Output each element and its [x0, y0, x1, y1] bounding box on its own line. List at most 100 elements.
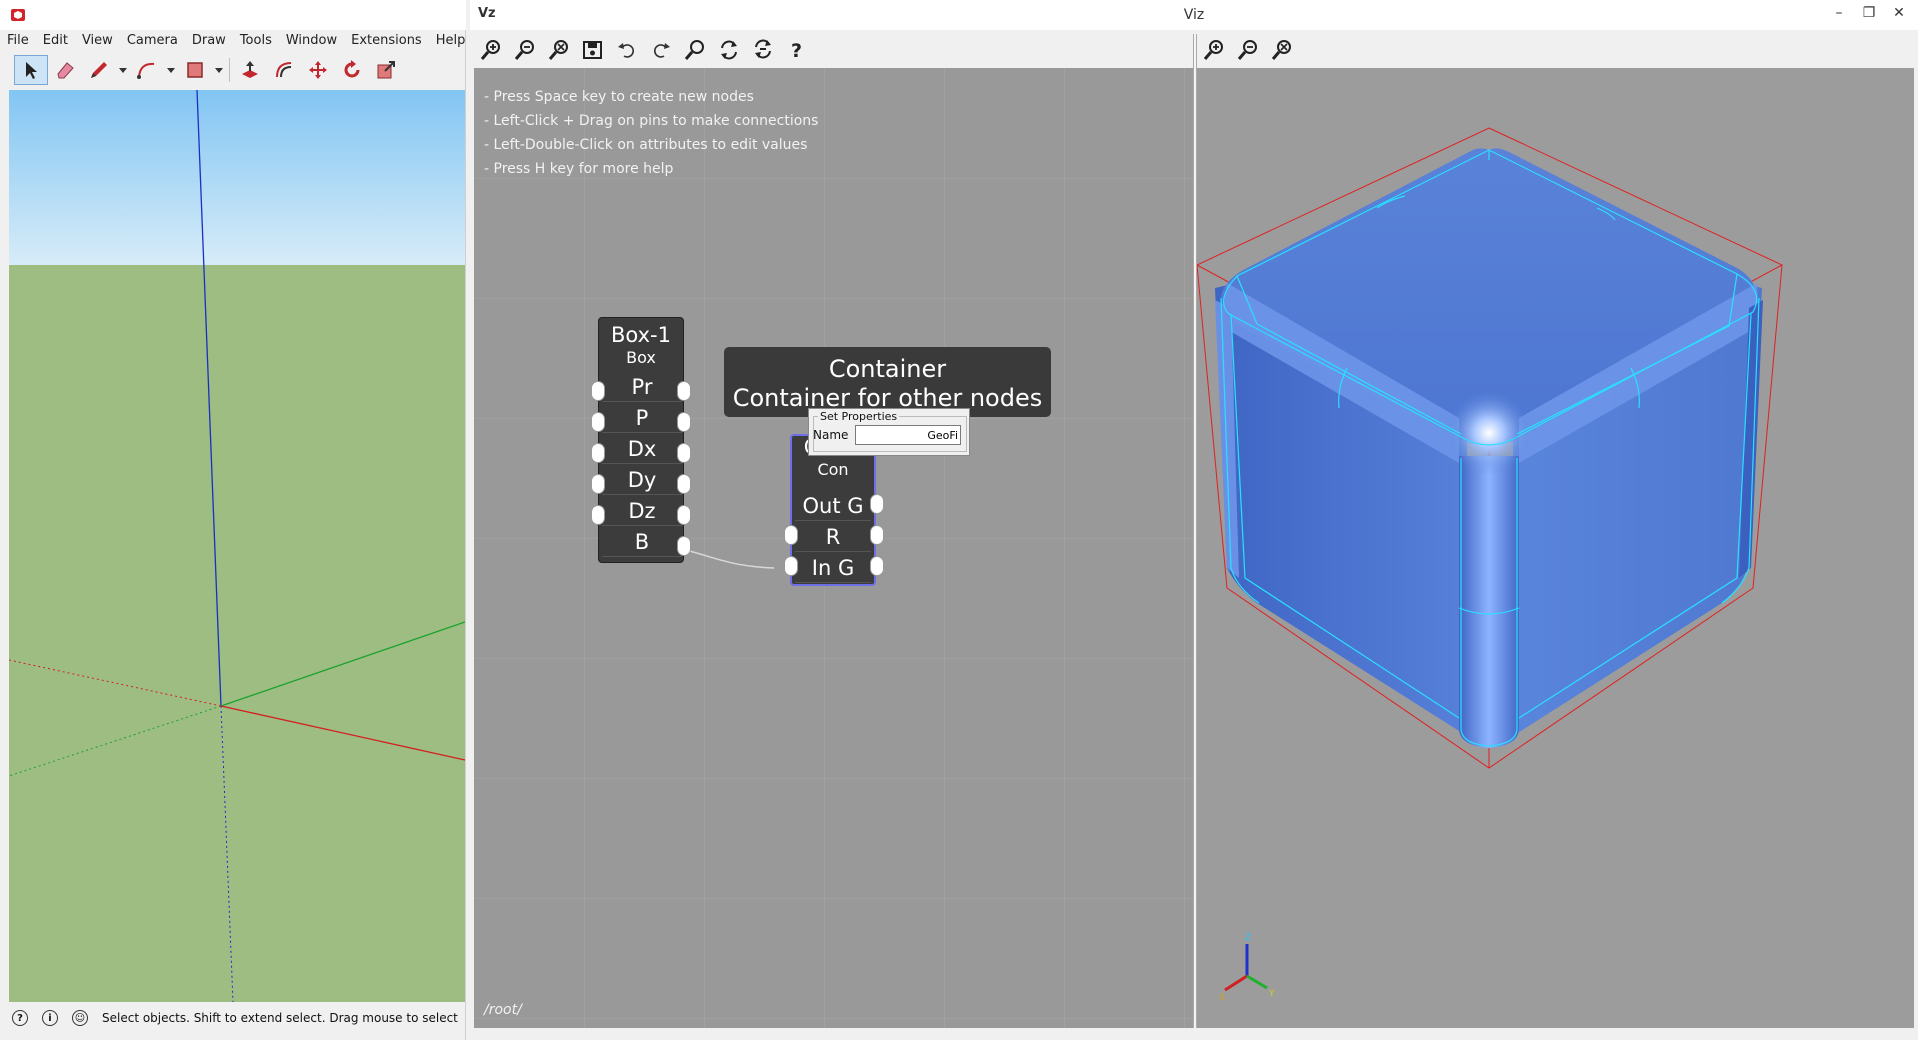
graph-path-label: /root/: [484, 1002, 522, 1018]
output-pin-b[interactable]: [677, 536, 691, 556]
refresh-icon: [721, 40, 737, 60]
graph-toolbar: ?: [474, 34, 1194, 66]
menu-edit[interactable]: Edit: [36, 32, 75, 50]
axis-label-x: X: [1219, 993, 1225, 1003]
node-tooltip: Container Container for other nodes: [724, 347, 1051, 417]
eraser-tool-button[interactable]: [48, 55, 82, 85]
node-type: Box: [626, 348, 656, 367]
input-pin-in-g[interactable]: [784, 556, 798, 576]
chevron-down-icon: [215, 68, 223, 73]
toolbar-separator: [229, 58, 230, 82]
search-button[interactable]: [678, 35, 712, 65]
3d-viewport[interactable]: Z X Y: [1197, 68, 1914, 1028]
push-pull-tool-button[interactable]: [233, 55, 267, 85]
menu-help[interactable]: Help: [429, 32, 473, 50]
rectangle-tool-button[interactable]: [178, 55, 212, 85]
eraser-icon: [57, 62, 74, 79]
graph-zoom-out-button[interactable]: [508, 35, 542, 65]
pencil-tool-button[interactable]: [82, 55, 116, 85]
attribute-dx[interactable]: Dx: [599, 435, 685, 464]
select-tool-button[interactable]: [14, 55, 48, 85]
set-properties-legend: Set Properties: [820, 410, 898, 423]
arc-icon: [137, 62, 155, 79]
redo-button[interactable]: [644, 35, 678, 65]
attribute-dz[interactable]: Dz: [599, 497, 685, 526]
chevron-down-icon: [119, 68, 127, 73]
attribute-out-g[interactable]: Out G: [792, 492, 874, 521]
menu-tools[interactable]: Tools: [233, 32, 279, 50]
input-pin-p[interactable]: [591, 412, 605, 432]
output-pin-p[interactable]: [677, 412, 691, 432]
attribute-r[interactable]: R: [792, 523, 874, 552]
zoom-in-icon: [1203, 40, 1223, 60]
tooltip-title: Container: [828, 355, 947, 383]
scale-icon: [377, 61, 395, 79]
node-graph-canvas[interactable]: - Press Space key to create new nodes - …: [474, 68, 1193, 1028]
attribute-p[interactable]: P: [599, 404, 685, 433]
zoom-reset-icon: [1271, 40, 1291, 60]
refresh-all-icon: [755, 39, 771, 59]
help-icon: ?: [791, 40, 802, 61]
sketchup-menu-bar: File Edit View Camera Draw Tools Window …: [0, 32, 466, 50]
attribute-b[interactable]: B: [599, 528, 685, 557]
menu-draw[interactable]: Draw: [185, 32, 233, 50]
output-pin-dy[interactable]: [677, 474, 691, 494]
graph-zoom-in-button[interactable]: [474, 35, 508, 65]
output-pin-r[interactable]: [870, 525, 884, 545]
output-pin-pr[interactable]: [677, 381, 691, 401]
view-zoom-in-button[interactable]: [1197, 35, 1231, 65]
user-account-icon[interactable]: ☺: [72, 1010, 88, 1026]
output-pin-out-g[interactable]: [870, 494, 884, 514]
zoom-out-icon: [514, 40, 534, 60]
rectangle-dropdown[interactable]: [212, 55, 226, 85]
output-pin-dx[interactable]: [677, 443, 691, 463]
sketchup-title-bar: [0, 0, 466, 30]
maximize-button[interactable]: ❐: [1854, 4, 1884, 24]
sketchup-status-bar: ? i ☺ Select objects. Shift to extend se…: [0, 1004, 466, 1032]
arc-dropdown[interactable]: [164, 55, 178, 85]
input-pin-dy[interactable]: [591, 474, 605, 494]
save-icon: [583, 41, 602, 59]
graph-save-button[interactable]: [576, 35, 610, 65]
red-axis-dotted: [9, 659, 222, 707]
geolocation-icon[interactable]: ?: [12, 1010, 28, 1026]
input-pin-r[interactable]: [784, 525, 798, 545]
graph-zoom-reset-button[interactable]: [542, 35, 576, 65]
output-pin-in-g[interactable]: [870, 556, 884, 576]
attribute-in-g[interactable]: In G: [792, 554, 874, 583]
axis-gizmo: Z X Y: [1219, 933, 1275, 1003]
rotate-tool-button[interactable]: [335, 55, 369, 85]
menu-camera[interactable]: Camera: [120, 32, 185, 50]
credits-icon[interactable]: i: [42, 1010, 58, 1026]
view-zoom-reset-button[interactable]: [1265, 35, 1299, 65]
output-pin-dz[interactable]: [677, 505, 691, 525]
container-node[interactable]: GeoFi Con Out G R In G: [790, 434, 876, 586]
offset-tool-button[interactable]: [267, 55, 301, 85]
minimize-button[interactable]: –: [1824, 4, 1854, 24]
close-button[interactable]: ✕: [1884, 4, 1914, 24]
name-input[interactable]: [855, 425, 961, 445]
sketchup-model-viewport[interactable]: [9, 90, 465, 1002]
attribute-dy[interactable]: Dy: [599, 466, 685, 495]
box-node[interactable]: Box-1 Box Pr P Dx Dy Dz B: [598, 317, 684, 563]
move-tool-button[interactable]: [301, 55, 335, 85]
menu-extensions[interactable]: Extensions: [344, 32, 429, 50]
input-pin-dz[interactable]: [591, 505, 605, 525]
refresh-all-button[interactable]: [746, 35, 780, 65]
scale-tool-button[interactable]: [369, 55, 403, 85]
input-pin-dx[interactable]: [591, 443, 605, 463]
help-button[interactable]: ?: [780, 35, 814, 65]
view-zoom-out-button[interactable]: [1231, 35, 1265, 65]
attribute-pr[interactable]: Pr: [599, 373, 685, 402]
undo-button[interactable]: [610, 35, 644, 65]
input-pin-pr[interactable]: [591, 381, 605, 401]
pencil-dropdown[interactable]: [116, 55, 130, 85]
arc-tool-button[interactable]: [130, 55, 164, 85]
menu-view[interactable]: View: [75, 32, 120, 50]
menu-window[interactable]: Window: [279, 32, 344, 50]
refresh-button[interactable]: [712, 35, 746, 65]
menu-file[interactable]: File: [0, 32, 36, 50]
node-title: Box-1: [611, 323, 671, 347]
viz-window: Vz Viz – ❐ ✕ ? - Press Space key to crea…: [470, 0, 1918, 1040]
cube-vertical-edge: [1459, 456, 1519, 748]
